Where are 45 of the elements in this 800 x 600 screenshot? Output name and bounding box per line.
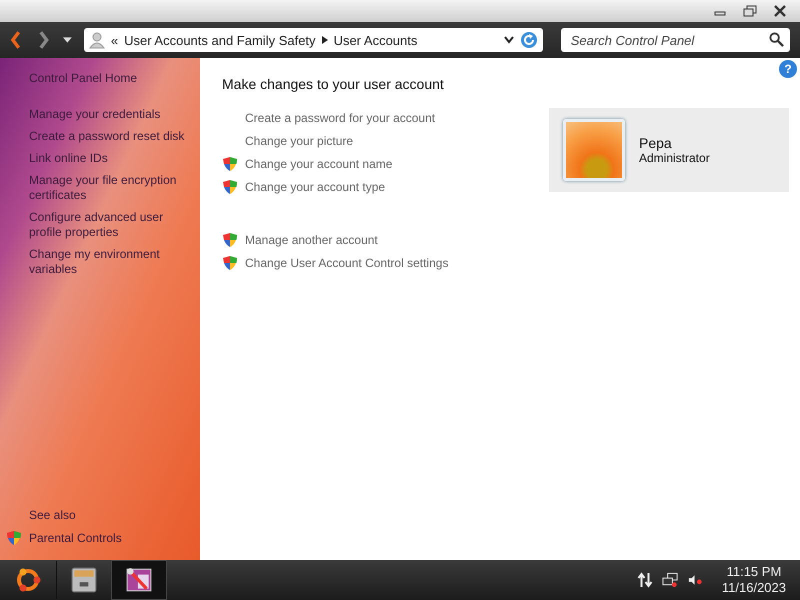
wrench-window-icon (125, 566, 153, 594)
dropdown-icon[interactable] (504, 36, 514, 44)
account-type: Administrator (639, 151, 710, 165)
file-cabinet-icon (70, 566, 98, 594)
sidebar-link[interactable]: Manage your credentials (29, 107, 160, 122)
caret-icon[interactable] (63, 37, 72, 43)
address-bar[interactable]: « User Accounts and Family Safety User Accounts (84, 28, 543, 52)
breadcrumb-item[interactable]: User Accounts (334, 32, 418, 48)
task-link[interactable]: Change your picture (245, 134, 354, 148)
sidebar-link[interactable]: Configure advanced user profile properties (29, 210, 197, 240)
control-panel-home-link[interactable]: Control Panel Home (29, 71, 138, 86)
shield-icon (222, 179, 238, 195)
account-name: Pepa (639, 135, 673, 151)
breadcrumb-item[interactable]: User Accounts and Family Safety (124, 32, 316, 48)
refresh-icon[interactable] (520, 31, 538, 49)
search-field[interactable]: Search Control Panel (560, 28, 790, 52)
page-heading: Make changes to your user account (222, 76, 445, 92)
search-icon[interactable] (769, 32, 784, 47)
see-also-heading: See also (28, 508, 77, 522)
clock-time: 11:15 PM (726, 564, 782, 580)
shield-icon (222, 156, 238, 172)
clock-date: 11/16/2023 (722, 580, 786, 596)
sidebar-link[interactable]: Change my environment variables (29, 247, 197, 277)
sidebar-link[interactable]: Manage your file encryption certificates (29, 173, 197, 203)
breadcrumb-separator: « (110, 32, 118, 48)
shield-icon (222, 255, 238, 271)
shield-icon (6, 530, 22, 546)
taskbar-app-button[interactable] (111, 560, 167, 600)
task-link[interactable]: Create a password for your account (245, 111, 436, 125)
shield-icon (222, 232, 238, 248)
account-picture (563, 119, 625, 181)
network-icon[interactable] (662, 572, 679, 588)
task-link[interactable]: Change User Account Control settings (245, 256, 448, 270)
sidebar-link[interactable]: Parental Controls (29, 530, 122, 546)
restore-icon[interactable] (742, 5, 758, 17)
transfer-arrows-icon[interactable] (636, 572, 654, 588)
help-button[interactable]: ? (779, 60, 797, 78)
task-link[interactable]: Manage another account (245, 233, 378, 247)
close-icon[interactable] (772, 5, 788, 17)
sidebar-link[interactable]: Create a password reset disk (29, 129, 184, 144)
task-link[interactable]: Change your account name (245, 157, 392, 171)
user-icon (88, 31, 105, 49)
chevron-icon[interactable] (322, 36, 328, 44)
sidebar-link[interactable]: Link online IDs (29, 151, 108, 166)
task-link[interactable]: Change your account type (245, 180, 386, 194)
